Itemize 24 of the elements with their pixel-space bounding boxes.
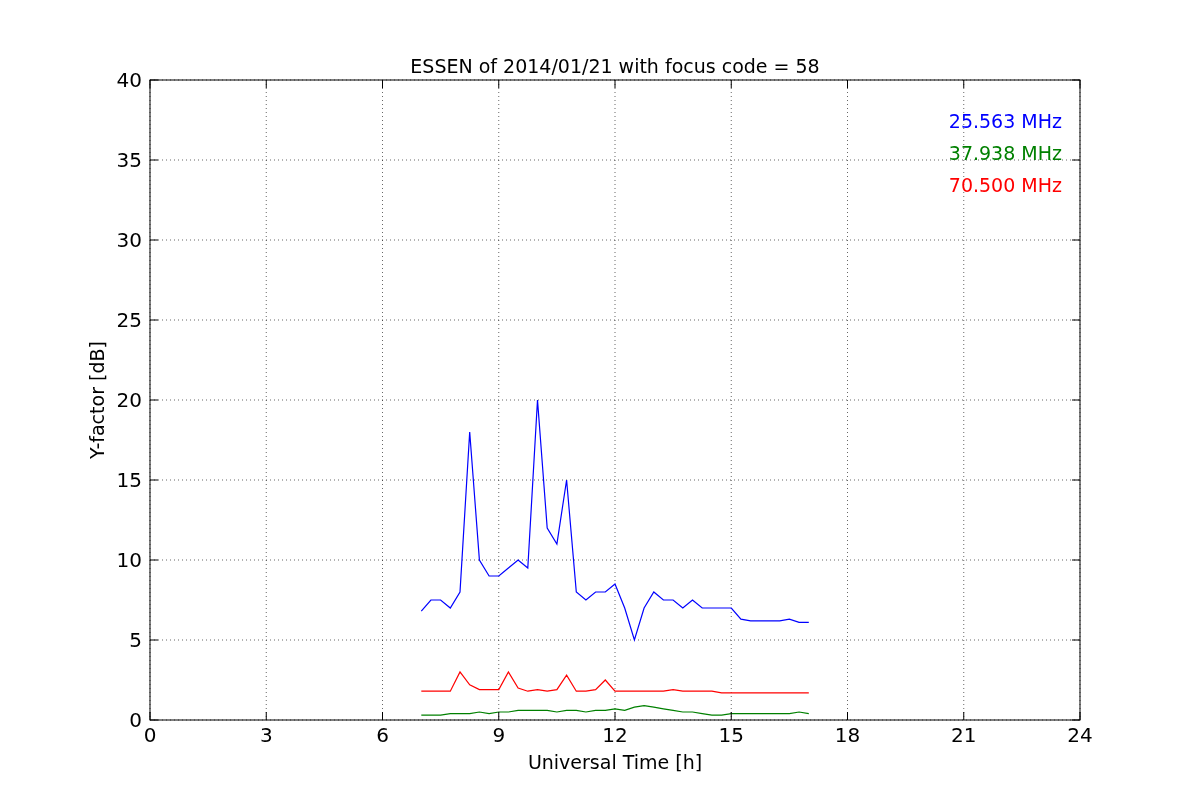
x-axis-label: Universal Time [h] bbox=[527, 751, 703, 773]
y-tick-label: 5 bbox=[129, 628, 142, 652]
legend-label: 25.563 MHz bbox=[948, 110, 1062, 132]
y-tick-label: 25 bbox=[116, 308, 142, 332]
x-tick-label: 21 bbox=[951, 723, 977, 747]
x-tick-label: 9 bbox=[492, 723, 506, 747]
x-tick-label: 24 bbox=[1067, 723, 1093, 747]
y-tick-label: 20 bbox=[116, 388, 142, 412]
y-tick-label: 40 bbox=[116, 68, 142, 92]
x-tick-label: 3 bbox=[259, 723, 273, 747]
y-tick-label: 0 bbox=[129, 708, 142, 732]
y-tick-label: 15 bbox=[116, 468, 142, 492]
y-tick-label: 30 bbox=[116, 228, 142, 252]
x-tick-label: 0 bbox=[143, 723, 157, 747]
x-tick-label: 18 bbox=[834, 723, 861, 747]
x-tick-label: 12 bbox=[602, 723, 628, 747]
chart-title: ESSEN of 2014/01/21 with focus code = 58 bbox=[410, 55, 820, 77]
x-tick-label: 6 bbox=[376, 723, 389, 747]
legend-label: 70.500 MHz bbox=[948, 174, 1062, 196]
x-tick-label: 15 bbox=[718, 723, 744, 747]
y-axis-label: Y-factor [dB] bbox=[86, 341, 108, 459]
y-tick-label: 35 bbox=[116, 148, 142, 172]
legend-label: 37.938 MHz bbox=[948, 142, 1062, 164]
y-tick-label: 10 bbox=[116, 548, 142, 572]
